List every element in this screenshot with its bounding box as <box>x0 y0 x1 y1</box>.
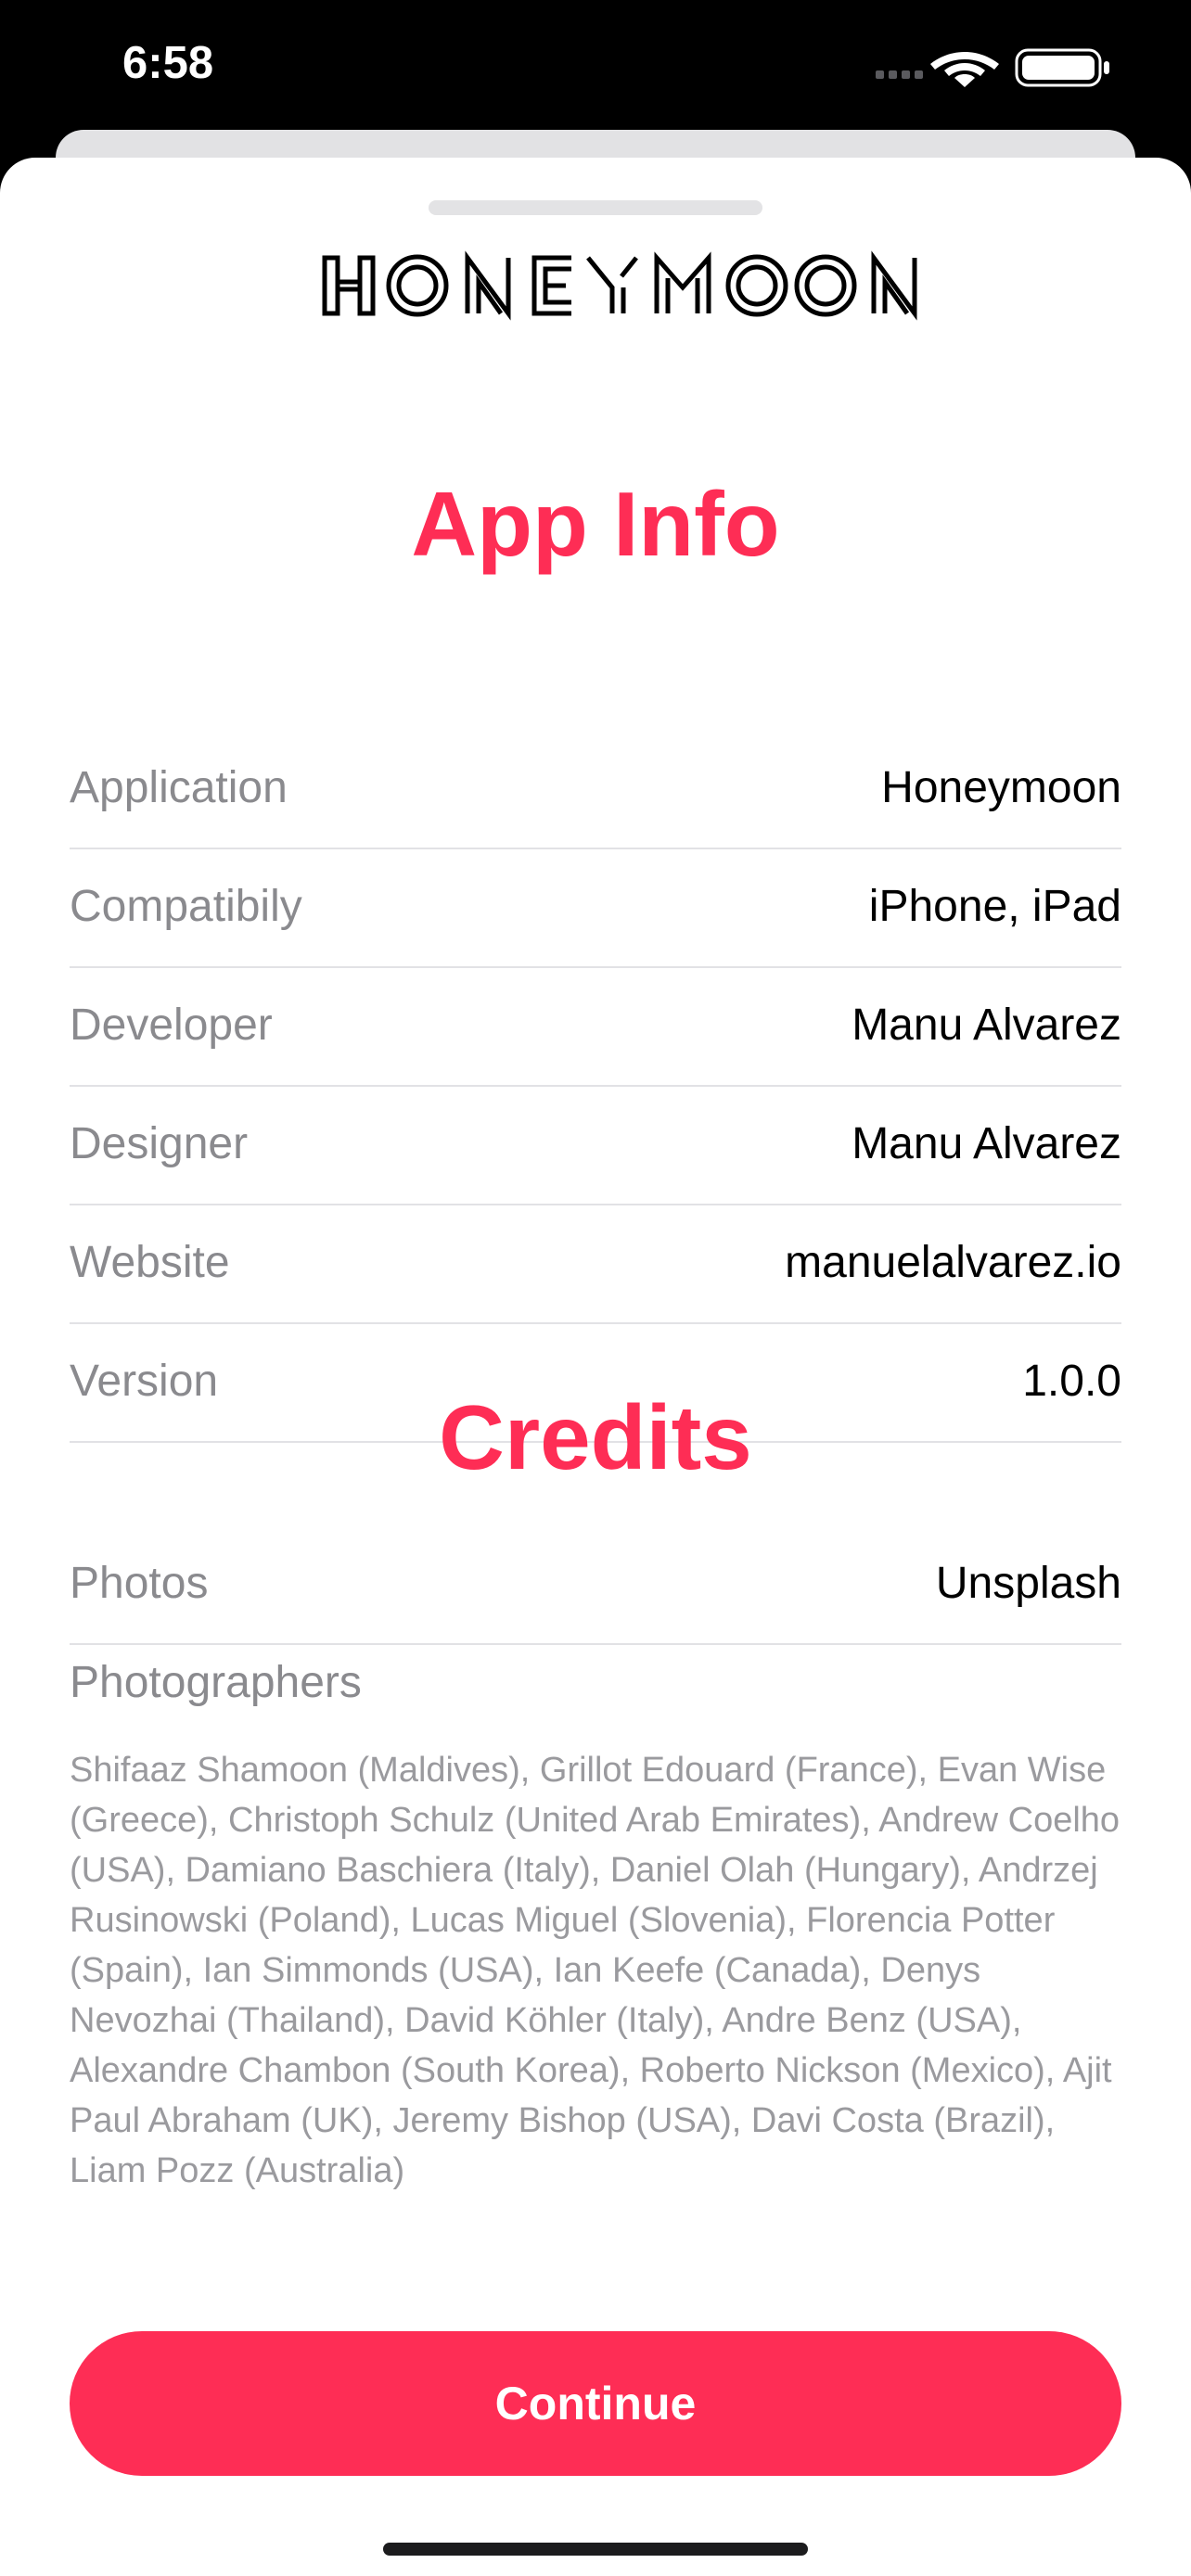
app-info-title: App Info <box>411 473 780 575</box>
info-row-website: Website manuelalvarez.io <box>70 1205 1121 1324</box>
info-row-photos: Photos Unsplash <box>70 1526 1121 1645</box>
sheet-grabber[interactable] <box>429 200 762 215</box>
row-label: Photos <box>70 1559 209 1608</box>
info-row-developer: Developer Manu Alvarez <box>70 968 1121 1087</box>
info-row-designer: Designer Manu Alvarez <box>70 1087 1121 1205</box>
app-info-table: Application Honeymoon Compatibily iPhone… <box>70 731 1121 1443</box>
credits-title: Credits <box>439 1386 752 1488</box>
info-row-compatibility: Compatibily iPhone, iPad <box>70 849 1121 968</box>
continue-button[interactable]: Continue <box>70 2331 1121 2476</box>
credits-table: Photos Unsplash <box>70 1526 1121 1645</box>
row-label: Compatibily <box>70 882 302 931</box>
home-indicator[interactable] <box>383 2543 808 2556</box>
row-value: manuelalvarez.io <box>785 1238 1121 1287</box>
photographers-list: Shifaaz Shamoon (Maldives), Grillot Edou… <box>70 1751 1121 2190</box>
row-value: Honeymoon <box>881 763 1121 812</box>
row-label: Application <box>70 763 288 812</box>
row-label: Website <box>70 1238 230 1287</box>
row-label: Designer <box>70 1119 249 1168</box>
status-icons <box>876 48 1109 87</box>
info-row-application: Application Honeymoon <box>70 731 1121 849</box>
photographers-label: Photographers <box>70 1658 362 1707</box>
battery-icon <box>1015 48 1109 87</box>
status-bar: 6:58 <box>0 0 1191 130</box>
row-value: Unsplash <box>935 1559 1121 1608</box>
status-time: 6:58 <box>122 38 214 88</box>
row-value: Manu Alvarez <box>852 1001 1121 1050</box>
row-label: Developer <box>70 1001 273 1050</box>
info-sheet: App Info Application Honeymoon Compatibi… <box>0 158 1191 2576</box>
row-value: Manu Alvarez <box>852 1119 1121 1168</box>
wifi-icon <box>930 52 999 87</box>
row-value: iPhone, iPad <box>868 882 1121 931</box>
cellular-icon <box>876 70 923 79</box>
honeymoon-logo <box>322 250 917 321</box>
